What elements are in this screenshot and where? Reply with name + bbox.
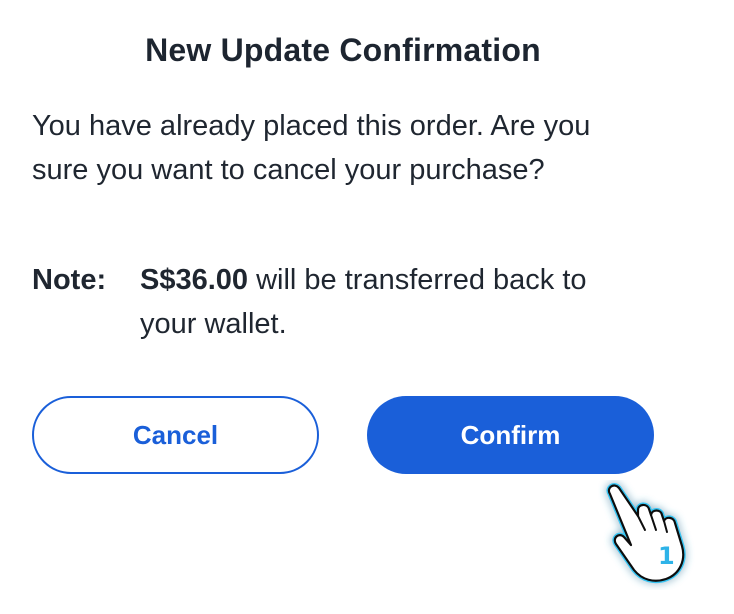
note-label: Note: [32, 264, 107, 296]
note-body: S$36.00 will be transferred back to your… [140, 258, 640, 346]
cursor-badge: 1 [658, 542, 675, 570]
dialog-message: You have already placed this order. Are … [32, 110, 591, 186]
note-row: Note: S$36.00 will be transferred back t… [32, 258, 672, 346]
cancel-button[interactable]: Cancel [32, 396, 319, 474]
dialog-title: New Update Confirmation [145, 32, 541, 68]
hand-pointer-icon: 1 [606, 483, 686, 584]
refund-amount: S$36.00 [140, 264, 249, 296]
confirm-button[interactable]: Confirm [367, 396, 654, 474]
